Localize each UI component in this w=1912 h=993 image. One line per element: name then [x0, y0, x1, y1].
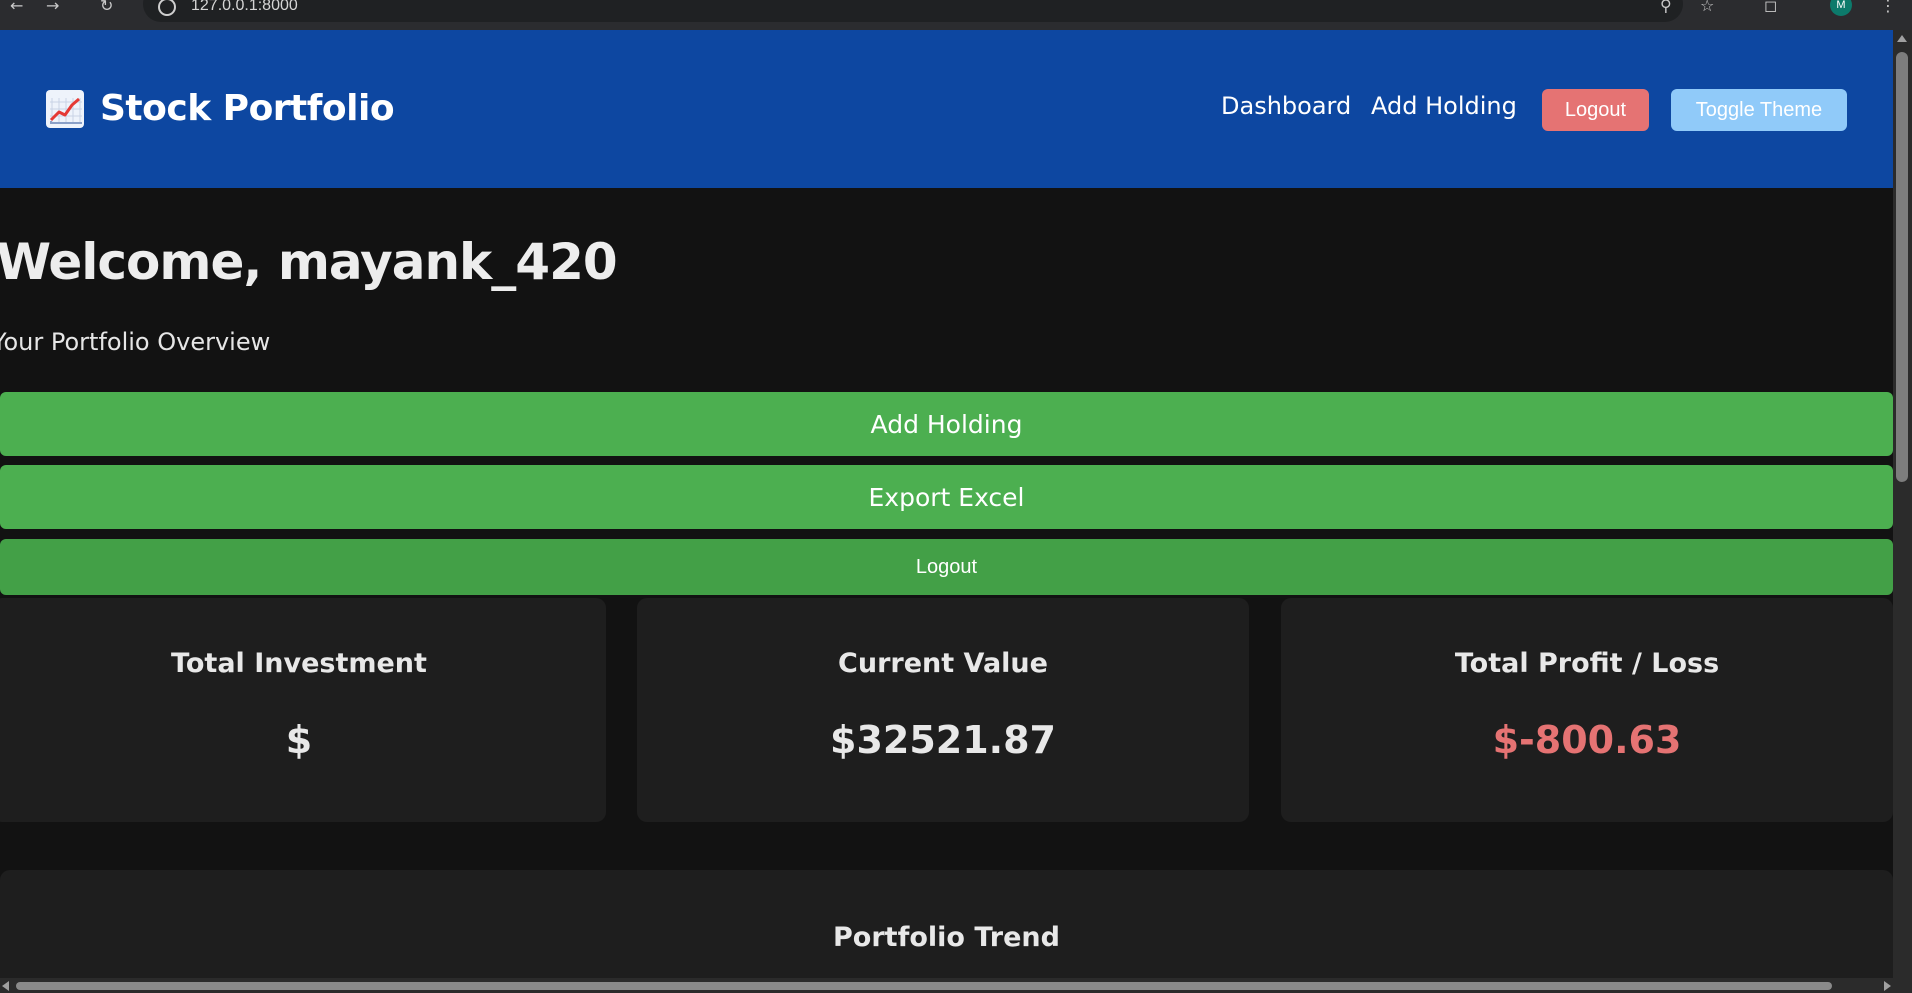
reload-icon[interactable]: ↻ [100, 0, 113, 14]
zoom-icon[interactable]: ⚲ [1660, 0, 1672, 14]
current-value-card: Current Value $32521.87 [637, 598, 1249, 822]
portfolio-trend-title: Portfolio Trend [833, 922, 1060, 953]
main-content: Welcome, mayank_420 Your Portfolio Overv… [0, 188, 1893, 993]
site-info-icon[interactable] [158, 0, 176, 16]
total-profit-loss-card: Total Profit / Loss $-800.63 [1281, 598, 1893, 822]
browser-toolbar: ← → ↻ 127.0.0.1:8000 ⚲ ☆ ◻ M ⋮ [0, 0, 1912, 30]
app-header: Stock Portfolio Dashboard Add Holding Lo… [0, 30, 1893, 188]
horizontal-scrollbar[interactable] [0, 978, 1893, 993]
scroll-right-icon[interactable] [1884, 981, 1891, 991]
vertical-scrollbar[interactable] [1893, 30, 1912, 993]
nav-dashboard-link[interactable]: Dashboard [1221, 92, 1351, 120]
nav-add-holding-link[interactable]: Add Holding [1371, 92, 1517, 120]
export-excel-button[interactable]: Export Excel [0, 465, 1893, 529]
forward-icon[interactable]: → [46, 0, 59, 14]
url-text[interactable]: 127.0.0.1:8000 [191, 0, 298, 14]
brand[interactable]: Stock Portfolio [46, 88, 395, 129]
bookmark-star-icon[interactable]: ☆ [1700, 0, 1714, 14]
back-icon[interactable]: ← [10, 0, 23, 14]
scroll-up-icon[interactable] [1897, 35, 1907, 42]
screen: ← → ↻ 127.0.0.1:8000 ⚲ ☆ ◻ M ⋮ Stock Por… [0, 0, 1912, 993]
header-logout-button[interactable]: Logout [1542, 89, 1649, 131]
vertical-scroll-thumb[interactable] [1896, 52, 1908, 482]
card-value: $32521.87 [830, 718, 1056, 762]
brand-title: Stock Portfolio [100, 88, 395, 129]
total-investment-card: Total Investment $ [0, 598, 606, 822]
card-title: Total Profit / Loss [1454, 648, 1720, 679]
scroll-left-icon[interactable] [2, 981, 9, 991]
chart-increasing-icon [46, 89, 84, 128]
extensions-icon[interactable]: ◻ [1764, 0, 1777, 14]
horizontal-scroll-thumb[interactable] [16, 982, 1832, 990]
card-title: Current Value [838, 648, 1048, 679]
card-value: $-800.63 [1492, 718, 1682, 762]
card-title: Total Investment [171, 648, 427, 679]
card-value: $ [285, 718, 313, 762]
toggle-theme-button[interactable]: Toggle Theme [1671, 89, 1847, 131]
logout-button[interactable]: Logout [0, 539, 1893, 595]
add-holding-button[interactable]: Add Holding [0, 392, 1893, 456]
portfolio-subtitle: Your Portfolio Overview [0, 328, 271, 356]
profile-avatar[interactable]: M [1830, 0, 1852, 16]
menu-icon[interactable]: ⋮ [1880, 0, 1896, 14]
address-bar[interactable]: 127.0.0.1:8000 [143, 0, 1683, 22]
portfolio-trend-card: Portfolio Trend [0, 870, 1893, 993]
scrollbar-corner [1893, 978, 1912, 993]
welcome-heading: Welcome, mayank_420 [0, 233, 618, 291]
